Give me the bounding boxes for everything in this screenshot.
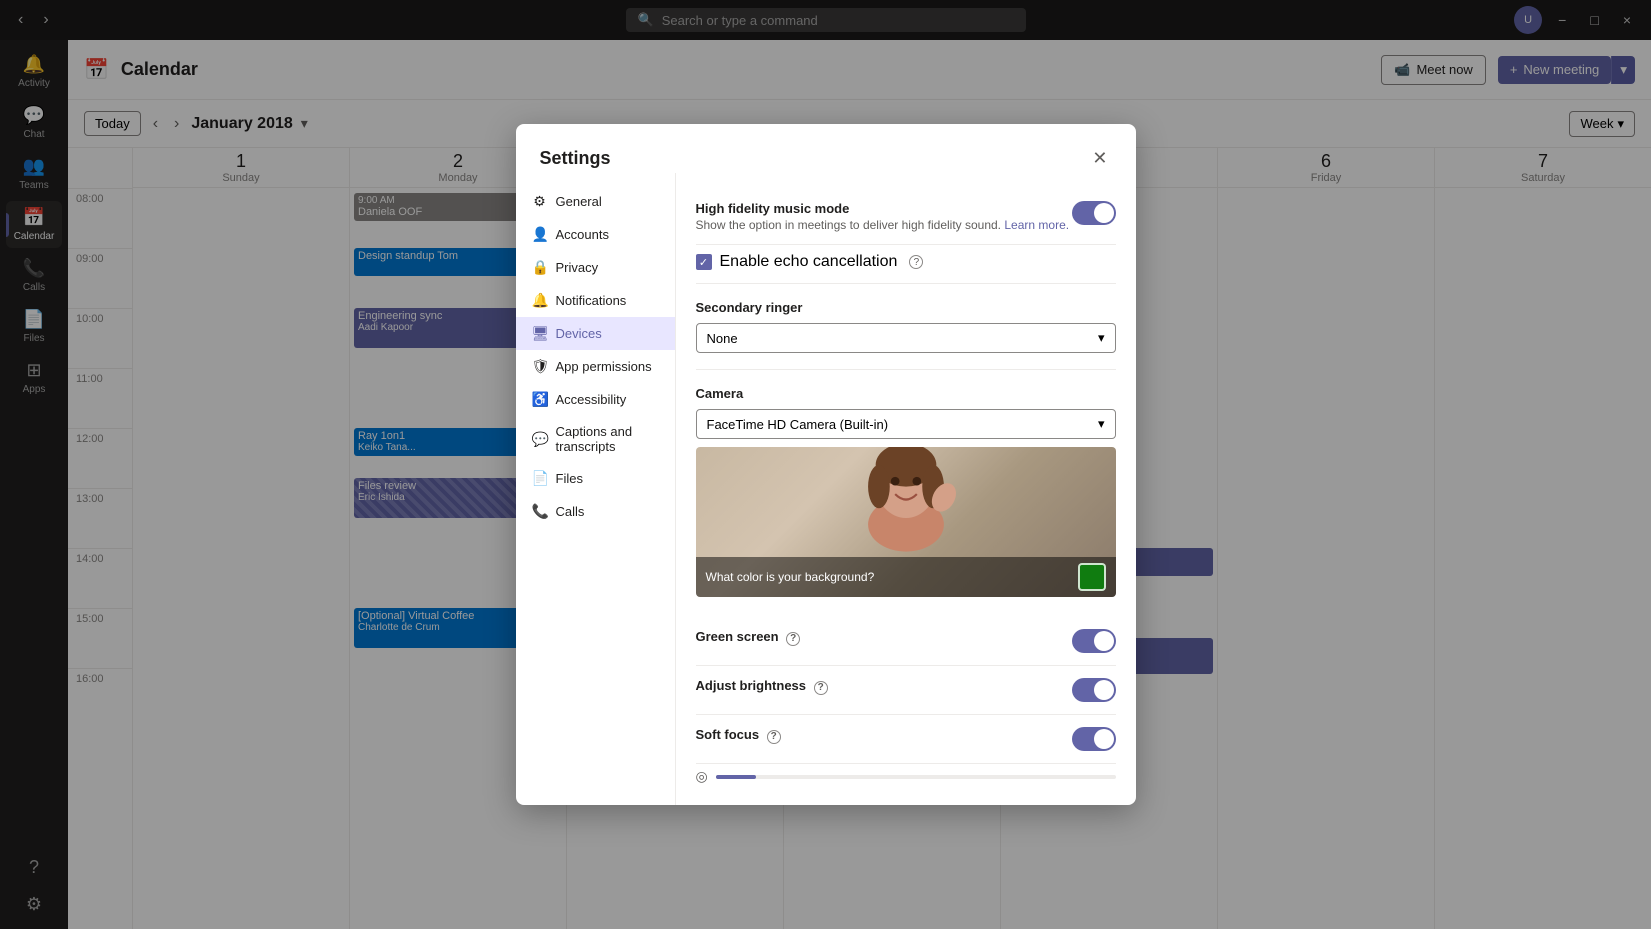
settings-nav-privacy[interactable]: 🔒 Privacy xyxy=(516,251,675,284)
settings-modal: Settings ✕ ⚙ General 👤 Accounts 🔒 Privac… xyxy=(516,124,1136,805)
camera-preview: What color is your background? xyxy=(696,447,1116,597)
accessibility-nav-label: Accessibility xyxy=(556,392,627,407)
dropdown-arrow-icon: ▾ xyxy=(1098,330,1105,346)
app-permissions-nav-icon: 🛡 xyxy=(532,358,548,375)
calls-nav-label: Calls xyxy=(556,504,585,519)
files-nav-label: Files xyxy=(556,471,583,486)
echo-cancellation-label: Enable echo cancellation xyxy=(720,253,898,271)
high-fidelity-desc: Show the option in meetings to deliver h… xyxy=(696,218,1070,232)
secondary-ringer-section: Secondary ringer None ▾ xyxy=(696,288,1116,365)
green-screen-help-icon[interactable]: ? xyxy=(786,632,800,646)
green-screen-setting: Green screen ? xyxy=(696,617,1116,666)
general-nav-label: General xyxy=(556,194,602,209)
green-screen-toggle[interactable] xyxy=(1072,629,1116,653)
accessibility-nav-icon: ♿ xyxy=(532,391,548,408)
notifications-nav-label: Notifications xyxy=(556,293,627,308)
settings-nav: ⚙ General 👤 Accounts 🔒 Privacy 🔔 Notific… xyxy=(516,173,676,805)
settings-nav-devices[interactable]: 🖥 Devices xyxy=(516,317,675,350)
learn-more-link[interactable]: Learn more. xyxy=(1004,218,1069,232)
echo-cancellation-row: ✓ Enable echo cancellation ? xyxy=(696,245,1116,279)
person-illustration xyxy=(816,447,996,557)
soft-focus-info: Soft focus ? xyxy=(696,727,781,744)
camera-section: Camera FaceTime HD Camera (Built-in) ▾ xyxy=(696,374,1116,617)
settings-nav-captions[interactable]: 💬 Captions and transcripts xyxy=(516,416,675,462)
general-nav-icon: ⚙ xyxy=(532,193,548,210)
adjust-brightness-info: Adjust brightness ? xyxy=(696,678,828,695)
devices-nav-icon: 🖥 xyxy=(532,325,548,342)
green-screen-info: Green screen ? xyxy=(696,629,801,646)
captions-nav-icon: 💬 xyxy=(532,431,548,448)
settings-nav-app-permissions[interactable]: 🛡 App permissions xyxy=(516,350,675,383)
high-fidelity-toggle[interactable] xyxy=(1072,201,1116,225)
files-nav-icon: 📄 xyxy=(532,470,548,487)
settings-nav-calls[interactable]: 📞 Calls xyxy=(516,495,675,528)
secondary-ringer-label: Secondary ringer xyxy=(696,300,1116,315)
soft-focus-help-icon[interactable]: ? xyxy=(767,730,781,744)
captions-nav-label: Captions and transcripts xyxy=(556,424,659,454)
high-fidelity-setting: High fidelity music mode Show the option… xyxy=(696,189,1116,245)
modal-overlay[interactable]: Settings ✕ ⚙ General 👤 Accounts 🔒 Privac… xyxy=(0,0,1651,929)
camera-preview-label: What color is your background? xyxy=(706,570,875,584)
camera-value: FaceTime HD Camera (Built-in) xyxy=(707,417,889,432)
slider-fill xyxy=(716,775,756,779)
accounts-nav-icon: 👤 xyxy=(532,226,548,243)
high-fidelity-label: High fidelity music mode xyxy=(696,201,1070,216)
camera-label: Camera xyxy=(696,386,1116,401)
green-screen-label: Green screen ? xyxy=(696,629,801,646)
secondary-ringer-value: None xyxy=(707,331,738,346)
slider-min-icon: ◎ xyxy=(696,768,708,785)
modal-body: ⚙ General 👤 Accounts 🔒 Privacy 🔔 Notific… xyxy=(516,173,1136,805)
settings-nav-files[interactable]: 📄 Files xyxy=(516,462,675,495)
high-fidelity-info: High fidelity music mode Show the option… xyxy=(696,201,1070,232)
devices-nav-label: Devices xyxy=(556,326,602,341)
soft-focus-toggle[interactable] xyxy=(1072,727,1116,751)
brightness-help-icon[interactable]: ? xyxy=(814,681,828,695)
camera-preview-overlay: What color is your background? xyxy=(696,557,1116,597)
divider-1 xyxy=(696,283,1116,284)
privacy-nav-icon: 🔒 xyxy=(532,259,548,276)
echo-help-icon[interactable]: ? xyxy=(909,255,923,269)
settings-content: High fidelity music mode Show the option… xyxy=(676,173,1136,805)
modal-header: Settings ✕ xyxy=(516,124,1136,173)
notifications-nav-icon: 🔔 xyxy=(532,292,548,309)
app-permissions-nav-label: App permissions xyxy=(556,359,652,374)
soft-focus-slider-row: ◎ xyxy=(696,764,1116,789)
soft-focus-slider[interactable] xyxy=(716,775,1116,779)
settings-nav-accessibility[interactable]: ♿ Accessibility xyxy=(516,383,675,416)
calls-nav-icon: 📞 xyxy=(532,503,548,520)
background-color-swatch[interactable] xyxy=(1078,563,1106,591)
adjust-brightness-label: Adjust brightness ? xyxy=(696,678,828,695)
echo-cancellation-checkbox[interactable]: ✓ xyxy=(696,254,712,270)
accounts-nav-label: Accounts xyxy=(556,227,609,242)
modal-title: Settings xyxy=(540,148,611,169)
privacy-nav-label: Privacy xyxy=(556,260,599,275)
soft-focus-setting: Soft focus ? xyxy=(696,715,1116,764)
adjust-brightness-setting: Adjust brightness ? xyxy=(696,666,1116,715)
camera-dropdown-arrow-icon: ▾ xyxy=(1098,416,1105,432)
adjust-brightness-toggle[interactable] xyxy=(1072,678,1116,702)
soft-focus-label: Soft focus ? xyxy=(696,727,781,744)
divider-2 xyxy=(696,369,1116,370)
settings-nav-notifications[interactable]: 🔔 Notifications xyxy=(516,284,675,317)
settings-nav-general[interactable]: ⚙ General xyxy=(516,185,675,218)
camera-dropdown[interactable]: FaceTime HD Camera (Built-in) ▾ xyxy=(696,409,1116,439)
settings-nav-accounts[interactable]: 👤 Accounts xyxy=(516,218,675,251)
secondary-ringer-dropdown[interactable]: None ▾ xyxy=(696,323,1116,353)
modal-close-button[interactable]: ✕ xyxy=(1088,144,1111,173)
